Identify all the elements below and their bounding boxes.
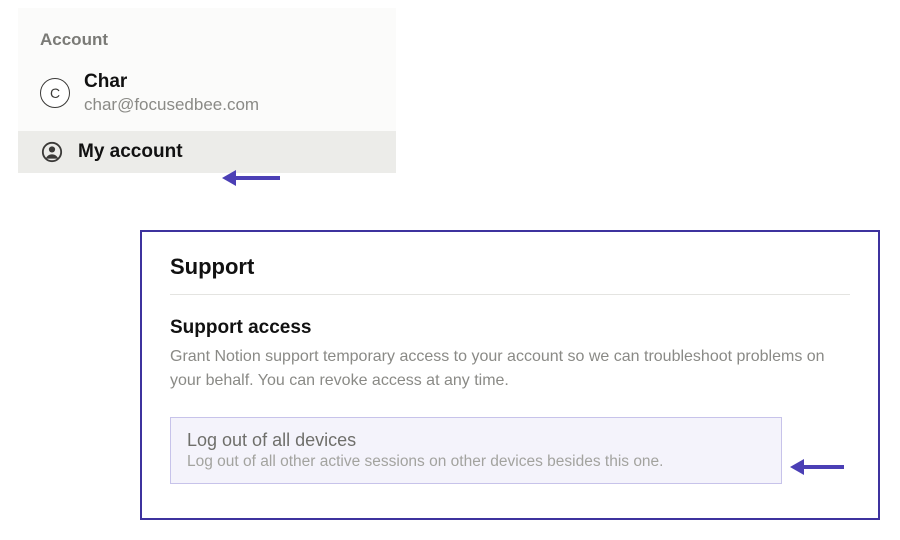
logout-all-devices[interactable]: Log out of all devices Log out of all ot… [170, 417, 782, 484]
account-sidebar: Account C Char char@focusedbee.com My ac… [18, 8, 396, 173]
profile-row: C Char char@focusedbee.com [18, 68, 396, 131]
logout-all-devices-title: Log out of all devices [187, 430, 765, 451]
profile-name: Char [84, 70, 259, 94]
annotation-arrow-my-account [222, 170, 280, 186]
sidebar-item-my-account[interactable]: My account [18, 131, 396, 173]
sidebar-item-label: My account [78, 141, 183, 163]
arrow-left-icon [790, 459, 804, 475]
arrow-shaft [804, 465, 844, 469]
arrow-shaft [236, 176, 280, 180]
profile-email: char@focusedbee.com [84, 94, 259, 115]
support-panel: Support Support access Grant Notion supp… [140, 230, 880, 520]
support-access-description: Grant Notion support temporary access to… [170, 345, 850, 393]
person-icon [40, 140, 64, 164]
support-title: Support [170, 254, 850, 294]
support-access-heading: Support access [170, 317, 850, 339]
arrow-left-icon [222, 170, 236, 186]
account-section-label: Account [18, 22, 396, 68]
avatar: C [40, 78, 70, 108]
divider [170, 294, 850, 295]
annotation-arrow-logout [790, 459, 844, 475]
logout-all-devices-description: Log out of all other active sessions on … [187, 453, 765, 471]
profile-texts: Char char@focusedbee.com [84, 70, 259, 115]
